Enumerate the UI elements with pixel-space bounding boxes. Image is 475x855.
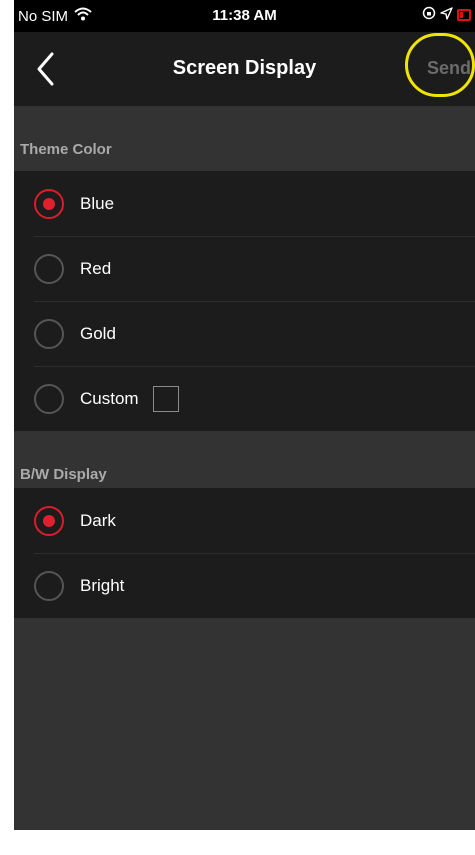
lock-rotation-icon xyxy=(422,6,436,24)
theme-option-gold[interactable]: Gold xyxy=(14,301,475,366)
radio-unselected-icon xyxy=(34,253,64,284)
bw-display-group: Dark Bright xyxy=(14,488,475,618)
option-label: Blue xyxy=(80,193,115,213)
app-screen: No SIM 11:38 AM Screen Display Send Them… xyxy=(14,0,475,830)
status-time: 11:38 AM xyxy=(212,7,277,24)
theme-option-custom[interactable]: Custom xyxy=(14,366,475,431)
highlight-circle xyxy=(405,33,475,97)
battery-icon xyxy=(457,9,471,21)
bw-display-header: B/W Display xyxy=(14,431,475,493)
option-label: Custom xyxy=(80,388,139,408)
radio-unselected-icon xyxy=(34,383,64,414)
section-title: B/W Display xyxy=(20,466,107,483)
section-title: Theme Color xyxy=(20,141,112,158)
theme-color-header: Theme Color xyxy=(14,106,475,168)
location-arrow-icon xyxy=(440,6,453,24)
theme-option-blue[interactable]: Blue xyxy=(14,171,475,236)
radio-unselected-icon xyxy=(34,570,64,601)
option-label: Red xyxy=(80,258,112,278)
option-label: Bright xyxy=(80,575,125,595)
option-label: Gold xyxy=(80,323,116,343)
radio-selected-icon xyxy=(34,188,64,219)
status-bar: No SIM 11:38 AM xyxy=(14,0,475,32)
bw-option-dark[interactable]: Dark xyxy=(14,488,475,553)
custom-color-swatch[interactable] xyxy=(152,385,179,412)
option-label: Dark xyxy=(80,510,116,530)
radio-selected-icon xyxy=(34,505,64,536)
radio-unselected-icon xyxy=(34,318,64,349)
bw-option-bright[interactable]: Bright xyxy=(14,553,475,618)
theme-option-red[interactable]: Red xyxy=(14,236,475,301)
theme-color-group: Blue Red Gold Custom xyxy=(14,171,475,431)
